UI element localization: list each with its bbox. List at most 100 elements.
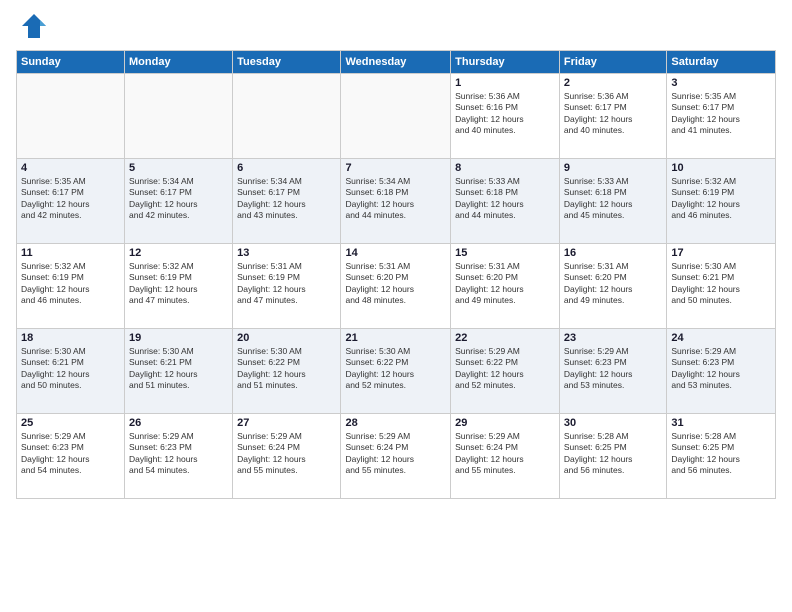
day-number: 28 — [345, 417, 446, 429]
calendar-cell: 15 Sunrise: 5:31 AM Sunset: 6:20 PM Dayli… — [451, 244, 560, 329]
day-number: 15 — [455, 247, 555, 259]
day-number: 20 — [237, 332, 336, 344]
logo-icon — [20, 12, 48, 40]
calendar-week-row: 25 Sunrise: 5:29 AM Sunset: 6:23 PM Dayli… — [17, 414, 776, 499]
calendar-week-row: 4 Sunrise: 5:35 AM Sunset: 6:17 PM Daylig… — [17, 159, 776, 244]
logo — [16, 12, 48, 40]
day-info: Sunrise: 5:28 AM Sunset: 6:25 PM Dayligh… — [671, 431, 771, 477]
calendar-cell: 9 Sunrise: 5:33 AM Sunset: 6:18 PM Daylig… — [559, 159, 666, 244]
day-number: 16 — [564, 247, 662, 259]
weekday-header-tuesday: Tuesday — [233, 51, 341, 74]
day-number: 24 — [671, 332, 771, 344]
day-info: Sunrise: 5:30 AM Sunset: 6:22 PM Dayligh… — [237, 346, 336, 392]
day-info: Sunrise: 5:35 AM Sunset: 6:17 PM Dayligh… — [671, 91, 771, 137]
day-number: 18 — [21, 332, 120, 344]
calendar-cell: 31Sunrise: 5:28 AM Sunset: 6:25 PM Dayli… — [667, 414, 776, 499]
calendar-cell: 10 Sunrise: 5:32 AM Sunset: 6:19 PM Dayli… — [667, 159, 776, 244]
calendar-cell: 19 Sunrise: 5:30 AM Sunset: 6:21 PM Dayli… — [125, 329, 233, 414]
calendar-cell: 2 Sunrise: 5:36 AM Sunset: 6:17 PM Daylig… — [559, 74, 666, 159]
day-info: Sunrise: 5:31 AM Sunset: 6:20 PM Dayligh… — [345, 261, 446, 307]
day-number: 13 — [237, 247, 336, 259]
calendar-cell: 29Sunrise: 5:29 AM Sunset: 6:24 PM Dayli… — [451, 414, 560, 499]
calendar-week-row: 1 Sunrise: 5:36 AM Sunset: 6:16 PM Daylig… — [17, 74, 776, 159]
day-number: 30 — [564, 417, 662, 429]
day-number: 25 — [21, 417, 120, 429]
day-info: Sunrise: 5:30 AM Sunset: 6:22 PM Dayligh… — [345, 346, 446, 392]
calendar-cell: 12 Sunrise: 5:32 AM Sunset: 6:19 PM Dayli… — [125, 244, 233, 329]
day-number: 22 — [455, 332, 555, 344]
calendar-cell: 28Sunrise: 5:29 AM Sunset: 6:24 PM Dayli… — [341, 414, 451, 499]
day-info: Sunrise: 5:33 AM Sunset: 6:18 PM Dayligh… — [455, 176, 555, 222]
day-number: 5 — [129, 162, 228, 174]
day-info: Sunrise: 5:30 AM Sunset: 6:21 PM Dayligh… — [21, 346, 120, 392]
calendar-cell: 7 Sunrise: 5:34 AM Sunset: 6:18 PM Daylig… — [341, 159, 451, 244]
day-info: Sunrise: 5:29 AM Sunset: 6:23 PM Dayligh… — [671, 346, 771, 392]
day-number: 14 — [345, 247, 446, 259]
day-number: 10 — [671, 162, 771, 174]
day-info: Sunrise: 5:29 AM Sunset: 6:24 PM Dayligh… — [237, 431, 336, 477]
day-info: Sunrise: 5:34 AM Sunset: 6:18 PM Dayligh… — [345, 176, 446, 222]
day-number: 29 — [455, 417, 555, 429]
calendar-cell — [17, 74, 125, 159]
calendar-cell: 11 Sunrise: 5:32 AM Sunset: 6:19 PM Dayli… — [17, 244, 125, 329]
calendar-week-row: 11 Sunrise: 5:32 AM Sunset: 6:19 PM Dayli… — [17, 244, 776, 329]
day-info: Sunrise: 5:29 AM Sunset: 6:22 PM Dayligh… — [455, 346, 555, 392]
day-number: 2 — [564, 77, 662, 89]
day-number: 9 — [564, 162, 662, 174]
page-container: SundayMondayTuesdayWednesdayThursdayFrid… — [0, 0, 792, 507]
calendar-cell: 13 Sunrise: 5:31 AM Sunset: 6:19 PM Dayli… — [233, 244, 341, 329]
calendar-cell: 23 Sunrise: 5:29 AM Sunset: 6:23 PM Dayli… — [559, 329, 666, 414]
day-number: 1 — [455, 77, 555, 89]
calendar-cell: 16Sunrise: 5:31 AM Sunset: 6:20 PM Dayli… — [559, 244, 666, 329]
calendar-cell: 1 Sunrise: 5:36 AM Sunset: 6:16 PM Daylig… — [451, 74, 560, 159]
weekday-header-thursday: Thursday — [451, 51, 560, 74]
weekday-header-monday: Monday — [125, 51, 233, 74]
day-number: 6 — [237, 162, 336, 174]
calendar-cell: 14 Sunrise: 5:31 AM Sunset: 6:20 PM Dayli… — [341, 244, 451, 329]
day-info: Sunrise: 5:29 AM Sunset: 6:23 PM Dayligh… — [129, 431, 228, 477]
day-number: 11 — [21, 247, 120, 259]
calendar-cell — [341, 74, 451, 159]
calendar-cell: 25 Sunrise: 5:29 AM Sunset: 6:23 PM Dayli… — [17, 414, 125, 499]
day-info: Sunrise: 5:31 AM Sunset: 6:20 PM Dayligh… — [455, 261, 555, 307]
weekday-header-wednesday: Wednesday — [341, 51, 451, 74]
day-info: Sunrise: 5:35 AM Sunset: 6:17 PM Dayligh… — [21, 176, 120, 222]
day-info: Sunrise: 5:36 AM Sunset: 6:17 PM Dayligh… — [564, 91, 662, 137]
day-info: Sunrise: 5:29 AM Sunset: 6:23 PM Dayligh… — [21, 431, 120, 477]
day-info: Sunrise: 5:29 AM Sunset: 6:23 PM Dayligh… — [564, 346, 662, 392]
calendar-week-row: 18 Sunrise: 5:30 AM Sunset: 6:21 PM Dayli… — [17, 329, 776, 414]
day-number: 17 — [671, 247, 771, 259]
day-number: 19 — [129, 332, 228, 344]
day-info: Sunrise: 5:34 AM Sunset: 6:17 PM Dayligh… — [129, 176, 228, 222]
weekday-header-sunday: Sunday — [17, 51, 125, 74]
day-info: Sunrise: 5:34 AM Sunset: 6:17 PM Dayligh… — [237, 176, 336, 222]
day-number: 27 — [237, 417, 336, 429]
calendar-cell: 27 Sunrise: 5:29 AM Sunset: 6:24 PM Dayli… — [233, 414, 341, 499]
calendar-cell: 24 Sunrise: 5:29 AM Sunset: 6:23 PM Dayli… — [667, 329, 776, 414]
weekday-header-saturday: Saturday — [667, 51, 776, 74]
calendar-cell — [125, 74, 233, 159]
day-info: Sunrise: 5:33 AM Sunset: 6:18 PM Dayligh… — [564, 176, 662, 222]
day-info: Sunrise: 5:31 AM Sunset: 6:19 PM Dayligh… — [237, 261, 336, 307]
day-number: 4 — [21, 162, 120, 174]
day-info: Sunrise: 5:32 AM Sunset: 6:19 PM Dayligh… — [129, 261, 228, 307]
calendar-cell: 4 Sunrise: 5:35 AM Sunset: 6:17 PM Daylig… — [17, 159, 125, 244]
day-number: 12 — [129, 247, 228, 259]
day-number: 23 — [564, 332, 662, 344]
calendar-cell: 26Sunrise: 5:29 AM Sunset: 6:23 PM Dayli… — [125, 414, 233, 499]
calendar-cell: 21 Sunrise: 5:30 AM Sunset: 6:22 PM Dayli… — [341, 329, 451, 414]
calendar-cell: 18 Sunrise: 5:30 AM Sunset: 6:21 PM Dayli… — [17, 329, 125, 414]
day-info: Sunrise: 5:28 AM Sunset: 6:25 PM Dayligh… — [564, 431, 662, 477]
day-number: 8 — [455, 162, 555, 174]
day-number: 7 — [345, 162, 446, 174]
day-info: Sunrise: 5:32 AM Sunset: 6:19 PM Dayligh… — [21, 261, 120, 307]
day-info: Sunrise: 5:32 AM Sunset: 6:19 PM Dayligh… — [671, 176, 771, 222]
calendar-table: SundayMondayTuesdayWednesdayThursdayFrid… — [16, 50, 776, 499]
calendar-cell — [233, 74, 341, 159]
day-number: 21 — [345, 332, 446, 344]
weekday-header-row: SundayMondayTuesdayWednesdayThursdayFrid… — [17, 51, 776, 74]
day-info: Sunrise: 5:36 AM Sunset: 6:16 PM Dayligh… — [455, 91, 555, 137]
calendar-cell: 3Sunrise: 5:35 AM Sunset: 6:17 PM Daylig… — [667, 74, 776, 159]
day-info: Sunrise: 5:30 AM Sunset: 6:21 PM Dayligh… — [129, 346, 228, 392]
header — [16, 12, 776, 40]
